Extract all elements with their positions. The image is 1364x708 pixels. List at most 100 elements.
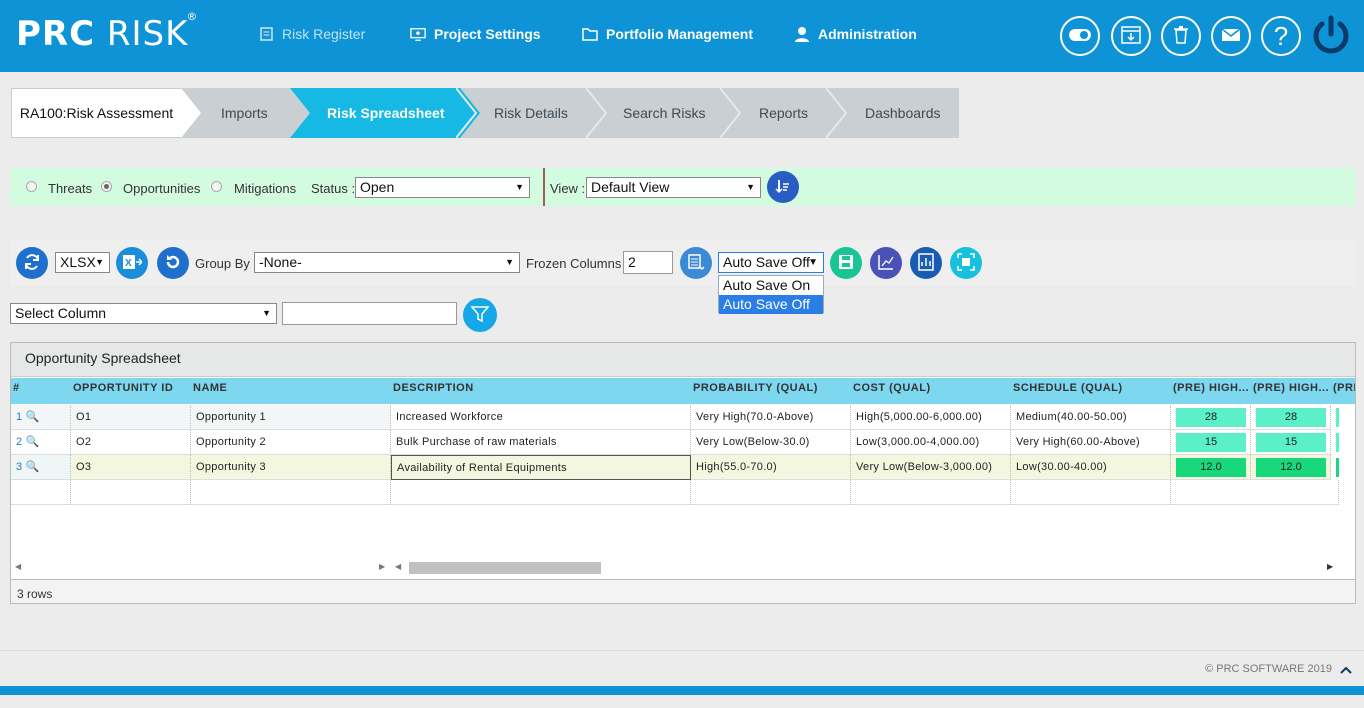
status-label: Status : <box>311 181 356 196</box>
autosave-select[interactable]: Auto Save Off ▼ <box>718 252 824 273</box>
status-select[interactable]: Open ▼ <box>355 177 530 198</box>
tab-reports[interactable]: Reports <box>759 105 808 121</box>
tab-risk-details[interactable]: Risk Details <box>494 105 568 121</box>
scroll-left-icon[interactable]: ◀ <box>395 562 401 571</box>
row-number[interactable]: 2 🔍 <box>11 430 71 455</box>
tab-risk-spreadsheet[interactable]: Risk Spreadsheet <box>327 105 445 121</box>
report-button[interactable] <box>910 247 942 279</box>
select-column-dropdown[interactable]: Select Column ▼ <box>10 303 277 324</box>
name-cell[interactable]: Opportunity 1 <box>191 405 391 430</box>
scroll-thumb[interactable] <box>409 562 601 574</box>
logout-button[interactable] <box>1310 14 1352 56</box>
autosave-option-off[interactable]: Auto Save Off <box>719 295 823 314</box>
empty-cell <box>11 480 71 505</box>
column-header-cost[interactable]: COST (QUAL) <box>851 378 1011 404</box>
cost-cell[interactable]: High(5,000.00-6,000.00) <box>851 405 1011 430</box>
score-badge-partial <box>1336 408 1339 427</box>
assessment-label: RA100:Risk Assessment <box>19 105 174 121</box>
group-by-select[interactable]: -None- ▼ <box>254 252 520 273</box>
column-header-pre-high-1[interactable]: (PRE) HIGH... <box>1171 378 1251 404</box>
nav-risk-register[interactable]: Risk Register <box>258 26 365 42</box>
column-filter-input[interactable] <box>282 302 457 325</box>
opportunity-id-cell[interactable]: O2 <box>71 430 191 455</box>
description-cell[interactable]: Bulk Purchase of raw materials <box>391 430 691 455</box>
logo-bold-text: PRC <box>16 14 96 54</box>
empty-cell <box>1171 480 1339 505</box>
filter-button[interactable] <box>463 298 497 332</box>
document-chart-icon <box>918 252 934 274</box>
empty-cell <box>191 480 391 505</box>
probability-cell[interactable]: Very High(70.0-Above) <box>691 405 851 430</box>
workflow-separator <box>720 88 742 138</box>
tab-search-risks[interactable]: Search Risks <box>623 105 705 121</box>
tab-dashboards[interactable]: Dashboards <box>865 105 941 121</box>
tab-imports[interactable]: Imports <box>221 105 268 121</box>
nav-project-settings[interactable]: Project Settings <box>410 26 541 42</box>
prc-risk-logo[interactable]: PRC RISK ® <box>16 10 197 54</box>
description-cell[interactable]: Increased Workforce <box>391 405 691 430</box>
autosave-option-on[interactable]: Auto Save On <box>719 276 823 295</box>
name-cell[interactable]: Opportunity 2 <box>191 430 391 455</box>
view-select[interactable]: Default View ▼ <box>586 177 761 198</box>
chevron-down-icon: ▼ <box>515 182 524 192</box>
reset-button[interactable] <box>157 247 189 279</box>
opportunities-radio[interactable] <box>101 181 112 192</box>
save-button[interactable] <box>830 247 862 279</box>
probability-cell[interactable]: High(55.0-70.0) <box>691 455 851 480</box>
empty-cell <box>851 480 1011 505</box>
name-cell[interactable]: Opportunity 3 <box>191 455 391 480</box>
toggle-button[interactable] <box>1060 16 1100 56</box>
workflow-separator <box>826 88 848 138</box>
column-header-probability[interactable]: PROBABILITY (QUAL) <box>691 378 851 404</box>
schedule-cell[interactable]: Low(30.00-40.00) <box>1011 455 1171 480</box>
column-header-opportunity-id[interactable]: OPPORTUNITY ID <box>71 378 191 404</box>
schedule-cell[interactable]: Very High(60.00-Above) <box>1011 430 1171 455</box>
magnifier-icon[interactable]: 🔍 <box>26 411 40 423</box>
nav-portfolio-management[interactable]: Portfolio Management <box>582 26 753 42</box>
help-button[interactable]: ? <box>1261 16 1301 56</box>
toggle-icon <box>1069 28 1091 44</box>
opportunity-id-cell[interactable]: O3 <box>71 455 191 480</box>
row-number[interactable]: 1 🔍 <box>11 405 71 430</box>
fit-screen-button[interactable] <box>950 247 982 279</box>
mail-button[interactable] <box>1211 16 1251 56</box>
nav-administration[interactable]: Administration <box>794 26 917 42</box>
magnifier-icon[interactable]: 🔍 <box>26 436 40 448</box>
sort-view-button[interactable] <box>767 171 799 203</box>
column-header-schedule[interactable]: SCHEDULE (QUAL) <box>1011 378 1171 404</box>
svg-text:X: X <box>125 258 132 269</box>
delete-button[interactable] <box>1161 16 1201 56</box>
chart-icon <box>877 253 895 274</box>
row-number[interactable]: 3 🔍 <box>11 455 71 480</box>
expand-icon <box>957 252 975 274</box>
scroll-right-icon[interactable]: ▶ <box>1327 562 1333 571</box>
magnifier-icon[interactable]: 🔍 <box>26 461 40 473</box>
threats-radio[interactable] <box>26 181 37 192</box>
registered-mark: ® <box>186 10 199 23</box>
score-badge-partial <box>1336 458 1339 477</box>
mitigations-radio[interactable] <box>211 181 222 192</box>
column-settings-button[interactable] <box>680 247 712 279</box>
export-format-select[interactable]: XLSX ▼ <box>55 252 110 273</box>
column-header-description[interactable]: DESCRIPTION <box>391 378 691 404</box>
cost-cell[interactable]: Very Low(Below-3,000.00) <box>851 455 1011 480</box>
schedule-cell[interactable]: Medium(40.00-50.00) <box>1011 405 1171 430</box>
horizontal-scrollbar[interactable]: ◀ ▶ ◀ ▶ <box>11 559 1341 577</box>
scroll-left-icon[interactable]: ◀ <box>15 562 21 571</box>
cost-cell[interactable]: Low(3,000.00-4,000.00) <box>851 430 1011 455</box>
refresh-button[interactable] <box>16 247 48 279</box>
logo-light-text: RISK <box>106 14 189 54</box>
column-header-name[interactable]: NAME <box>191 378 391 404</box>
opportunity-id-cell[interactable]: O1 <box>71 405 191 430</box>
chart-button[interactable] <box>870 247 902 279</box>
download-button[interactable] <box>1111 16 1151 56</box>
export-excel-button[interactable]: X <box>116 247 148 279</box>
scroll-right-icon[interactable]: ▶ <box>379 562 385 571</box>
column-header-pre-high-3[interactable]: (PRI <box>1331 378 1355 404</box>
description-cell[interactable]: Availability of Rental Equipments <box>391 455 691 480</box>
chevron-up-icon[interactable] <box>1340 663 1352 678</box>
probability-cell[interactable]: Very Low(Below-30.0) <box>691 430 851 455</box>
frozen-columns-input[interactable]: 2 <box>623 251 673 274</box>
column-header-number[interactable]: # <box>11 378 71 404</box>
column-header-pre-high-2[interactable]: (PRE) HIGH... <box>1251 378 1331 404</box>
